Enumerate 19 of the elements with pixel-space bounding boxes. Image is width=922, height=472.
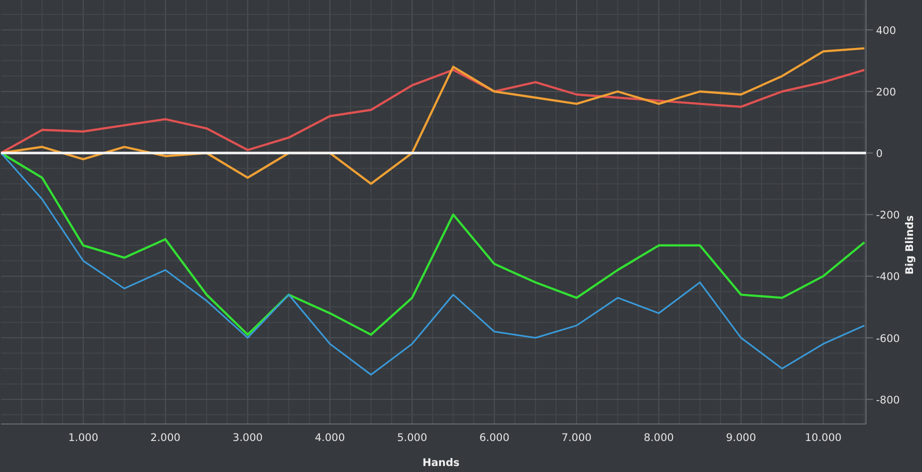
tick-label: 9.000 [726, 432, 756, 444]
tick-label: 8.000 [644, 432, 674, 444]
tick-label: 2.000 [150, 432, 180, 444]
tick-label: 4.000 [314, 432, 345, 444]
tick-label: 10.000 [804, 432, 842, 444]
axis-title: Hands [422, 457, 460, 469]
tick-label: 3.000 [232, 432, 263, 444]
tick-label: -800 [876, 394, 900, 406]
tick-label: -200 [876, 210, 900, 222]
tick-label: 1.000 [68, 432, 98, 444]
tick-label: 6.000 [479, 432, 510, 444]
tick-label: -400 [876, 271, 900, 284]
tick-label: 400 [876, 24, 896, 37]
tick-label: 0 [876, 148, 883, 160]
tick-label: -600 [876, 332, 900, 345]
axis-title: Big Blinds [904, 215, 916, 275]
tick-label: 7.000 [562, 432, 592, 444]
tick-label: 200 [876, 86, 896, 98]
tick-label: 5.000 [397, 432, 428, 444]
